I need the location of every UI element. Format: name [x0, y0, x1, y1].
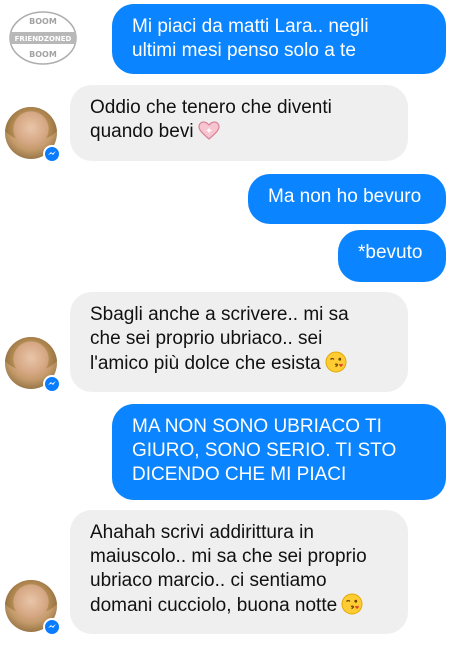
winking-kiss-face-icon [341, 593, 363, 622]
chat-thread: BOOM FRIENDZONED BOOM Mi piaci da matti … [0, 0, 454, 647]
message-bubble-incoming[interactable]: Ahahah scrivi addirittura in maiuscolo..… [70, 510, 408, 634]
svg-text:BOOM: BOOM [29, 17, 57, 26]
message-bubble-outgoing[interactable]: Ma non ho bevuro [248, 174, 446, 224]
message-text: DICENDO CHE MI PIACI [132, 464, 347, 485]
message-text: quando bevi [90, 121, 194, 142]
message-bubble-outgoing[interactable]: MA NON SONO UBRIACO TI GIURO, SONO SERIO… [112, 404, 446, 500]
message-bubble-incoming[interactable]: Oddio che tenero che diventi quando bevi [70, 85, 408, 161]
message-text: Sbagli anche a scrivere.. mi sa [90, 304, 349, 325]
message-text: ultimi mesi penso solo a te [132, 40, 356, 61]
sparkling-heart-icon [197, 121, 220, 148]
message-text: che sei proprio ubriaco.. sei [90, 328, 323, 349]
svg-text:FRIENDZONED: FRIENDZONED [15, 35, 72, 43]
message-text: l'amico più dolce che esista [90, 353, 321, 374]
message-text: Ahahah scrivi addirittura in [90, 522, 314, 543]
message-bubble-incoming[interactable]: Sbagli anche a scrivere.. mi sa che sei … [70, 292, 408, 392]
message-text: Ma non ho bevuro [268, 186, 422, 207]
messenger-badge-icon [43, 375, 61, 393]
message-text: Oddio che tenero che diventi [90, 97, 332, 118]
message-text: domani cucciolo, buona notte [90, 595, 338, 616]
message-bubble-outgoing[interactable]: *bevuto [338, 230, 446, 282]
message-bubble-outgoing[interactable]: Mi piaci da matti Lara.. negli ultimi me… [112, 4, 446, 74]
message-text: maiuscolo.. mi sa che sei proprio [90, 546, 367, 567]
svg-text:BOOM: BOOM [29, 50, 57, 59]
message-text: *bevuto [358, 242, 423, 263]
contact-avatar[interactable] [5, 337, 61, 393]
winking-kiss-face-icon [325, 351, 347, 380]
contact-avatar[interactable] [5, 580, 61, 636]
message-text: ubriaco marcio.. ci sentiamo [90, 570, 327, 591]
message-text: MA NON SONO UBRIACO TI [132, 416, 382, 437]
message-text: GIURO, SONO SERIO. TI STO [132, 440, 397, 461]
friendzoned-logo: BOOM FRIENDZONED BOOM [8, 10, 78, 66]
messenger-badge-icon [43, 145, 61, 163]
contact-avatar[interactable] [5, 107, 61, 163]
messenger-badge-icon [43, 618, 61, 636]
message-text: Mi piaci da matti Lara.. negli [132, 16, 369, 37]
